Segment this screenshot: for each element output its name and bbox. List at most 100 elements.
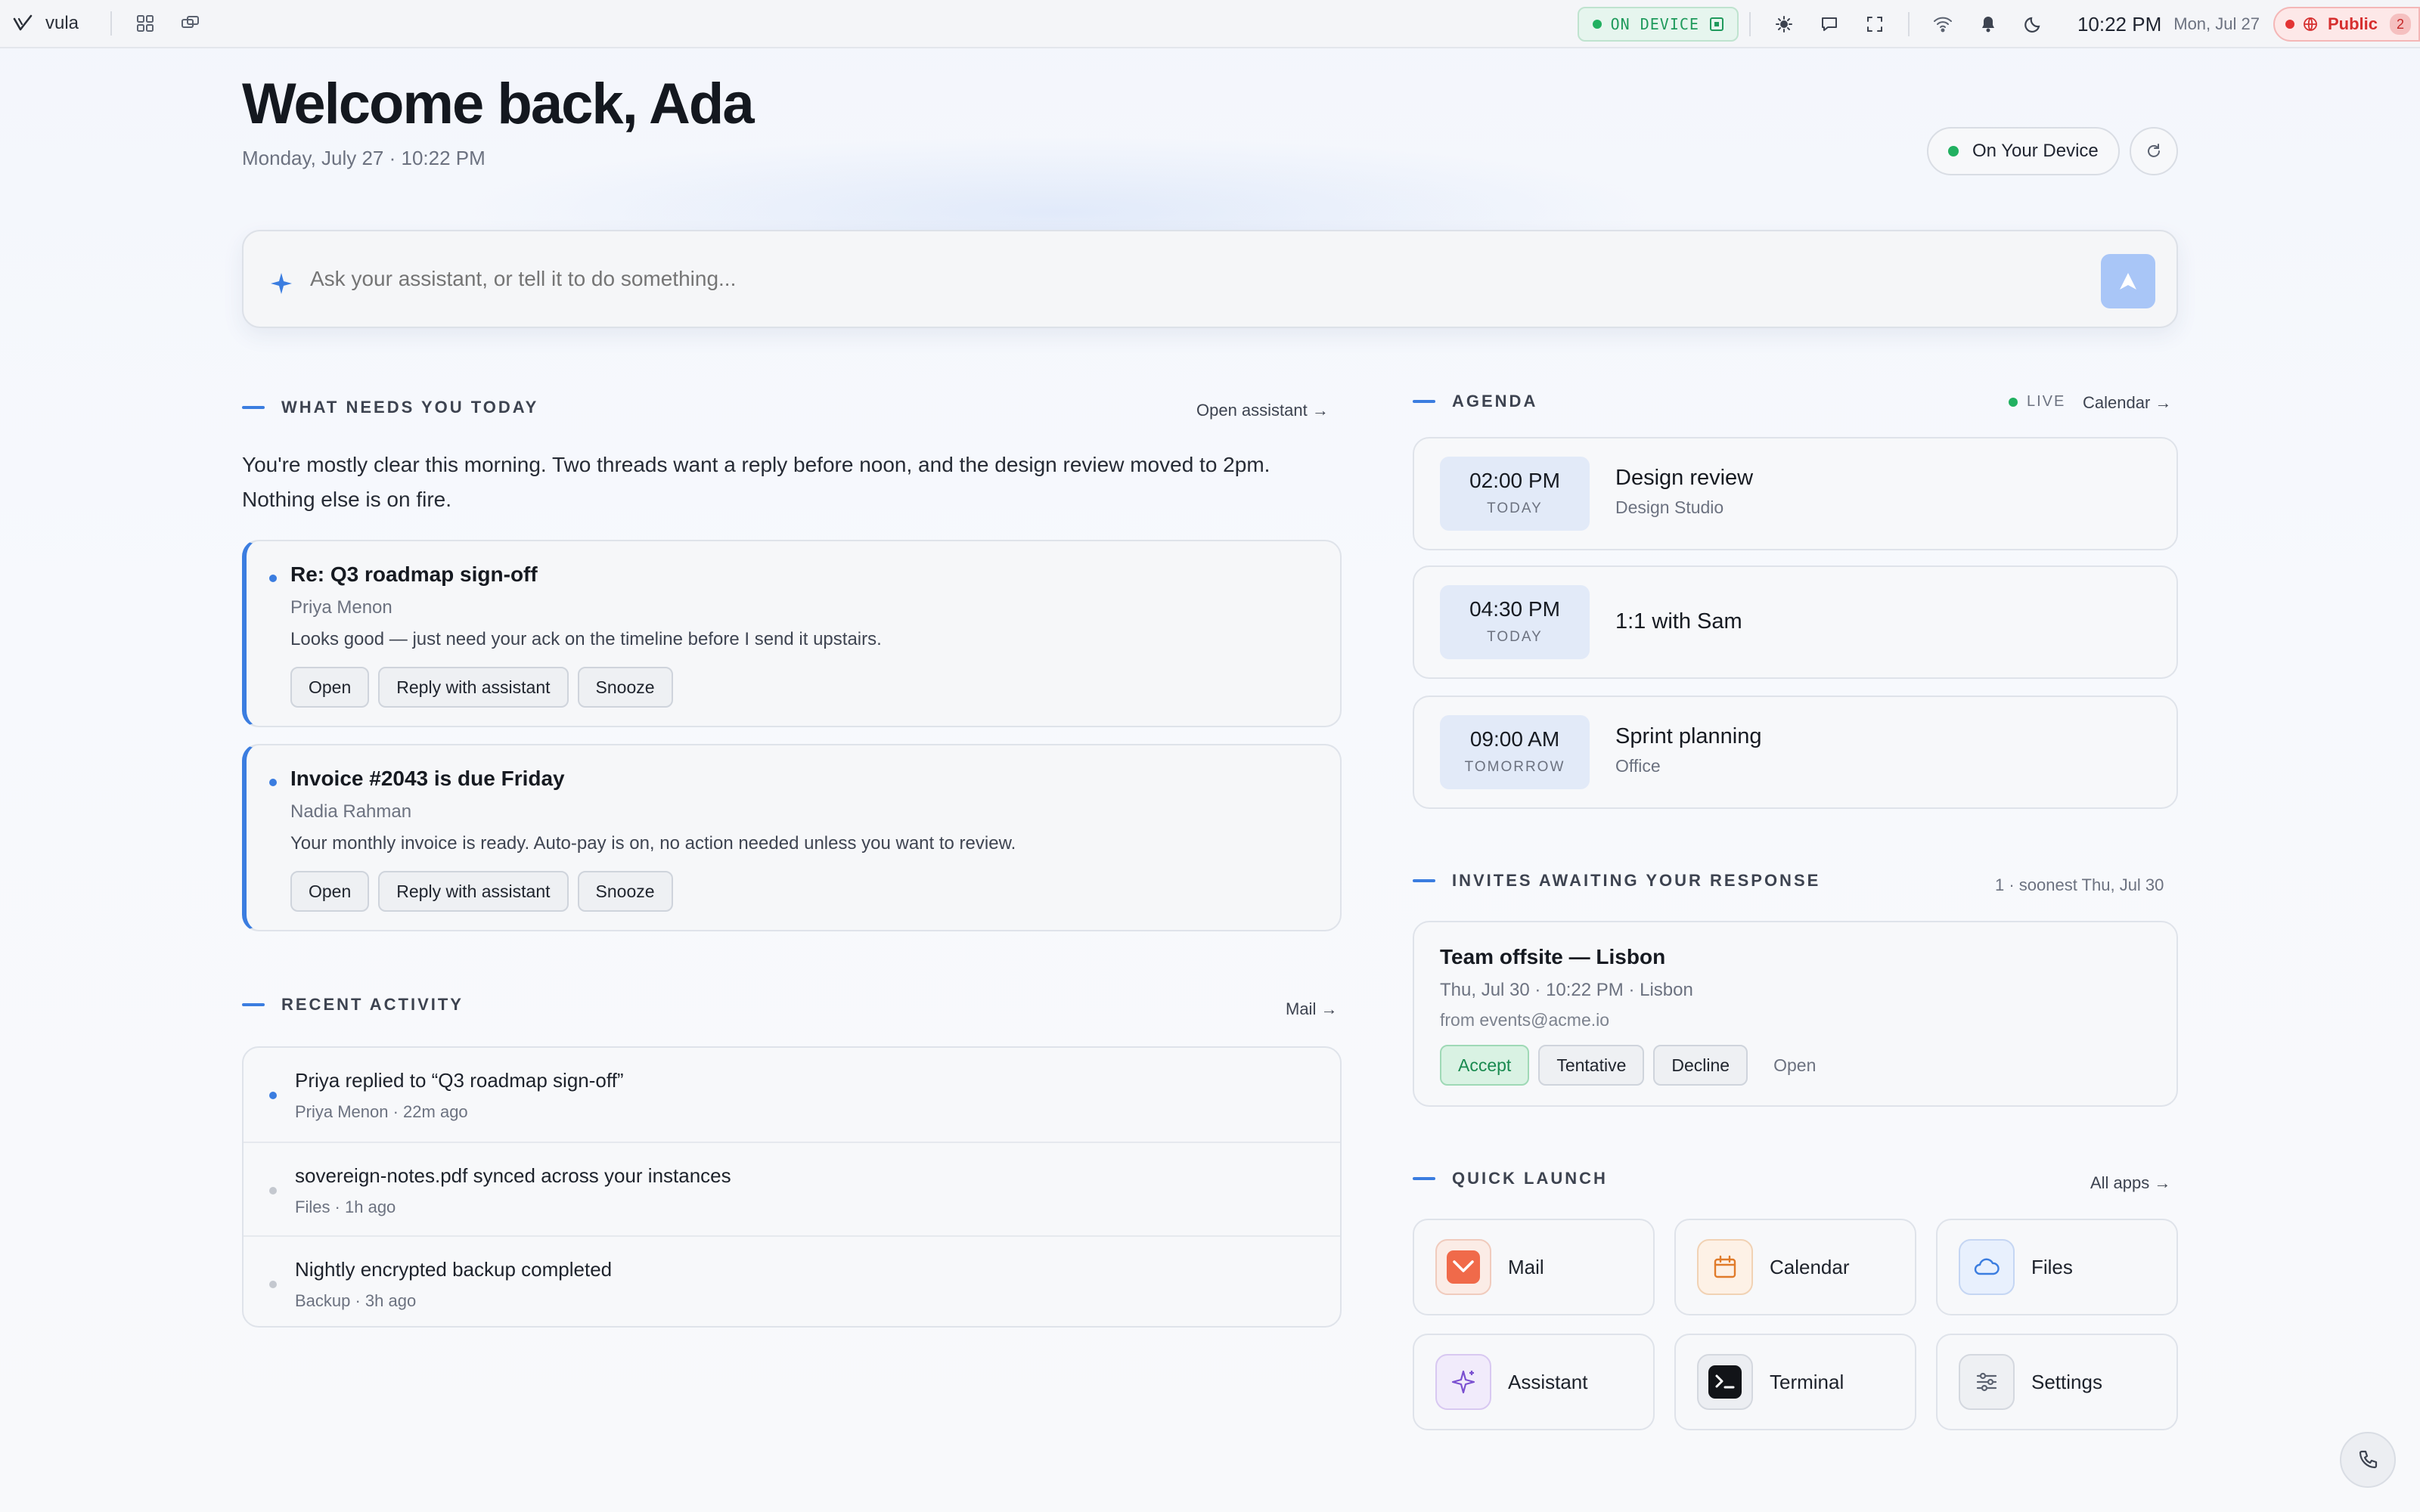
assistant-prompt-box[interactable] [242, 230, 2178, 328]
on-device-button[interactable]: On Your Device [1927, 127, 2120, 175]
heading-accent [1413, 879, 1435, 882]
invite-title: Team offsite — Lisbon [1440, 945, 1666, 968]
invite-card[interactable]: Team offsite — Lisbon Thu, Jul 30 · 10:2… [1413, 921, 2178, 1107]
clock-time: 10:22 PM [2077, 12, 2162, 36]
invite-sender: from events@acme.io [1440, 1010, 1610, 1030]
on-device-status[interactable]: ON DEVICE [1577, 7, 1739, 42]
needs-section-heading: WHAT NEEDS YOU TODAY [242, 398, 538, 417]
open-invite-link[interactable]: Open [1773, 1055, 1816, 1076]
message-title: Re: Q3 roadmap sign-off [290, 562, 538, 586]
send-arrow-icon [2120, 273, 2136, 290]
invites-heading-text: INVITES AWAITING YOUR RESPONSE [1452, 871, 1821, 890]
reply-with-assistant-button[interactable]: Reply with assistant [378, 871, 569, 912]
agenda-event[interactable]: 02:00 PM TODAY Design review Design Stud… [1413, 437, 2178, 550]
message-card[interactable]: Invoice #2043 is due Friday Nadia Rahman… [242, 744, 1342, 931]
app-label: Calendar [1770, 1255, 1850, 1278]
all-apps-link[interactable]: All apps → [2090, 1173, 2170, 1193]
fullscreen-icon[interactable] [1858, 8, 1891, 41]
agenda-section-heading: AGENDA [1413, 392, 1537, 411]
mail-link[interactable]: Mail → [1286, 999, 1337, 1019]
tentative-button[interactable]: Tentative [1538, 1045, 1645, 1086]
divider [1748, 12, 1751, 36]
divider [1907, 12, 1910, 36]
reply-with-assistant-button[interactable]: Reply with assistant [378, 667, 569, 708]
live-label: LIVE [2027, 393, 2066, 410]
app-tile-files[interactable]: Files [1936, 1219, 2178, 1315]
event-time: 02:00 PM [1469, 469, 1560, 492]
event-location: Design Studio [1615, 497, 1724, 517]
invites-section-heading: INVITES AWAITING YOUR RESPONSE [1413, 871, 1820, 891]
read-dot [269, 1187, 277, 1194]
cloud-icon [1959, 1239, 2015, 1295]
sparkle-icon [1435, 1354, 1491, 1410]
chat-icon[interactable] [1813, 8, 1846, 41]
app-tile-terminal[interactable]: Terminal [1674, 1334, 1916, 1430]
current-datetime: Monday, July 27 · 10:22 PM [242, 147, 486, 169]
app-tile-assistant[interactable]: Assistant [1413, 1334, 1655, 1430]
visibility-status[interactable]: Public 2 [2273, 7, 2420, 42]
send-button[interactable] [2101, 254, 2155, 308]
message-card[interactable]: Re: Q3 roadmap sign-off Priya Menon Look… [242, 540, 1342, 727]
app-grid-icon[interactable] [129, 7, 162, 40]
app-tile-mail[interactable]: Mail [1413, 1219, 1655, 1315]
app-tile-settings[interactable]: Settings [1936, 1334, 2178, 1430]
snooze-button[interactable]: Snooze [577, 871, 673, 912]
open-button[interactable]: Open [290, 667, 370, 708]
activity-item[interactable]: Nightly encrypted backup completed Backu… [244, 1235, 1340, 1326]
message-sender: Nadia Rahman [290, 801, 412, 822]
moon-icon[interactable] [2017, 8, 2050, 41]
windows-icon[interactable] [174, 7, 207, 40]
calendar-link[interactable]: Calendar → [2083, 393, 2171, 413]
activity-item[interactable]: Priya replied to “Q3 roadmap sign-off” P… [244, 1048, 1340, 1142]
brightness-icon[interactable] [1767, 8, 1801, 41]
app-tile-calendar[interactable]: Calendar [1674, 1219, 1916, 1315]
event-day: TODAY [1487, 500, 1543, 516]
heading-accent [1413, 400, 1435, 403]
heading-accent [242, 406, 265, 409]
accept-button[interactable]: Accept [1440, 1045, 1530, 1086]
activity-meta: Files · 1h ago [295, 1198, 396, 1216]
activity-title: Nightly encrypted backup completed [295, 1258, 613, 1281]
agenda-event[interactable]: 04:30 PM TODAY 1:1 with Sam [1413, 565, 2178, 679]
invites-summary: 1 · soonest Thu, Jul 30 [1995, 875, 2164, 894]
activity-meta: Priya Menon · 22m ago [295, 1102, 468, 1121]
open-assistant-link[interactable]: Open assistant → [1196, 401, 1329, 420]
message-sender: Priya Menon [290, 597, 392, 618]
activity-heading-text: RECENT ACTIVITY [281, 995, 464, 1014]
invite-datetime: Thu, Jul 30 · 10:22 PM · Lisbon [1440, 980, 1693, 1000]
activity-title: Priya replied to “Q3 roadmap sign-off” [295, 1069, 624, 1092]
refresh-button[interactable] [2130, 127, 2178, 175]
live-dot [2009, 397, 2018, 407]
heading-accent [1413, 1177, 1435, 1180]
status-dot [1592, 20, 1602, 29]
activity-section-heading: RECENT ACTIVITY [242, 995, 464, 1015]
bell-icon[interactable] [1972, 8, 2005, 41]
message-title: Invoice #2043 is due Friday [290, 767, 565, 790]
event-title: Design review [1615, 466, 1754, 490]
call-button[interactable] [2340, 1432, 2396, 1488]
open-button[interactable]: Open [290, 871, 370, 912]
terminal-icon [1697, 1354, 1753, 1410]
status-dot [1948, 146, 1959, 156]
vula-logo-icon [13, 14, 33, 31]
app-label: Assistant [1508, 1370, 1588, 1393]
wifi-icon[interactable] [1926, 8, 1959, 41]
decline-button[interactable]: Decline [1653, 1045, 1748, 1086]
mail-icon [1435, 1239, 1491, 1295]
sparkle-icon [271, 273, 292, 294]
event-title: Sprint planning [1615, 724, 1762, 748]
event-time-block: 04:30 PM TODAY [1440, 585, 1590, 659]
status-dot [2285, 20, 2294, 29]
needs-heading-text: WHAT NEEDS YOU TODAY [281, 398, 539, 417]
refresh-icon [2148, 144, 2160, 157]
page-title: Welcome back, Ada [242, 72, 755, 136]
agenda-heading-text: AGENDA [1452, 392, 1538, 411]
event-location: Office [1615, 756, 1661, 776]
assistant-prompt-input[interactable] [310, 267, 1974, 291]
calendar-icon [1697, 1239, 1753, 1295]
activity-item[interactable]: sovereign-notes.pdf synced across your i… [244, 1142, 1340, 1235]
sliders-icon [1959, 1354, 2015, 1410]
snooze-button[interactable]: Snooze [577, 667, 673, 708]
agenda-event[interactable]: 09:00 AM TOMORROW Sprint planning Office [1413, 696, 2178, 809]
unread-dot [269, 575, 277, 582]
